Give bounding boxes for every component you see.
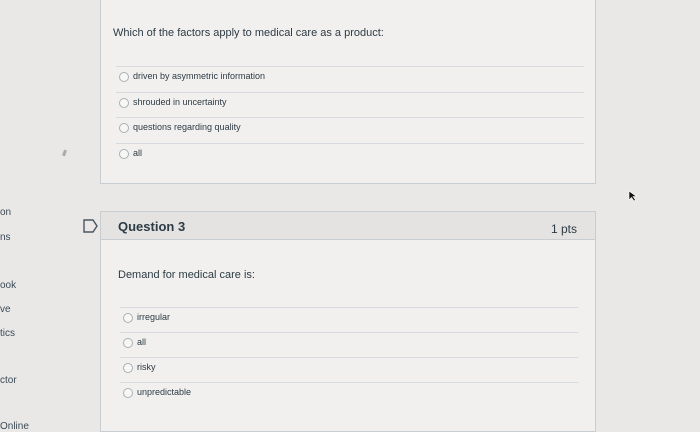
question-3-card: Question 3 1 pts Demand for medical care… (100, 211, 596, 432)
answer-label: questions regarding quality (133, 122, 241, 132)
answer-option[interactable]: driven by asymmetric information (116, 66, 584, 90)
radio-button[interactable] (119, 123, 129, 133)
answer-option[interactable]: all (116, 143, 584, 167)
answer-label: all (137, 337, 147, 347)
answer-option[interactable]: questions regarding quality (116, 117, 584, 141)
answer-label: unpredictable (137, 387, 192, 397)
answer-option[interactable]: all (120, 332, 578, 356)
answer-option[interactable]: risky (120, 357, 578, 381)
nav-item-2[interactable]: ns (0, 232, 11, 243)
answer-option[interactable]: shrouded in uncertainty (116, 92, 584, 116)
divider-mark (62, 149, 67, 157)
nav-item-7[interactable]: Online (0, 421, 29, 432)
question-3-header: Question 3 1 pts (101, 212, 595, 240)
answer-option[interactable]: irregular (120, 307, 578, 331)
question-2-card: Which of the factors apply to medical ca… (100, 0, 596, 184)
question-title: Question 3 (118, 219, 186, 234)
nav-item-4[interactable]: ve (0, 304, 11, 315)
question-points: 1 pts (550, 222, 577, 236)
radio-button[interactable] (123, 363, 133, 373)
question-2-text: Which of the factors apply to medical ca… (113, 27, 384, 39)
left-course-nav: on ns ook ve tics ctor Online (0, 0, 60, 432)
answer-label: shrouded in uncertainty (133, 97, 227, 107)
nav-item-3[interactable]: ook (0, 280, 16, 291)
nav-item-5[interactable]: tics (0, 328, 15, 339)
answer-label: risky (137, 362, 156, 372)
radio-button[interactable] (123, 313, 133, 323)
answer-label: irregular (137, 312, 171, 322)
nav-item-1[interactable]: on (0, 207, 11, 218)
answer-option[interactable]: unpredictable (120, 382, 578, 406)
radio-button[interactable] (123, 388, 133, 398)
answer-label: all (133, 148, 143, 158)
answer-label: driven by asymmetric information (133, 71, 266, 81)
flag-icon[interactable] (83, 219, 99, 233)
cursor-icon (628, 190, 638, 202)
radio-button[interactable] (123, 338, 133, 348)
radio-button[interactable] (119, 98, 129, 108)
question-3-text: Demand for medical care is: (118, 269, 255, 281)
radio-button[interactable] (119, 72, 129, 82)
nav-item-6[interactable]: ctor (0, 375, 17, 386)
radio-button[interactable] (119, 149, 129, 159)
